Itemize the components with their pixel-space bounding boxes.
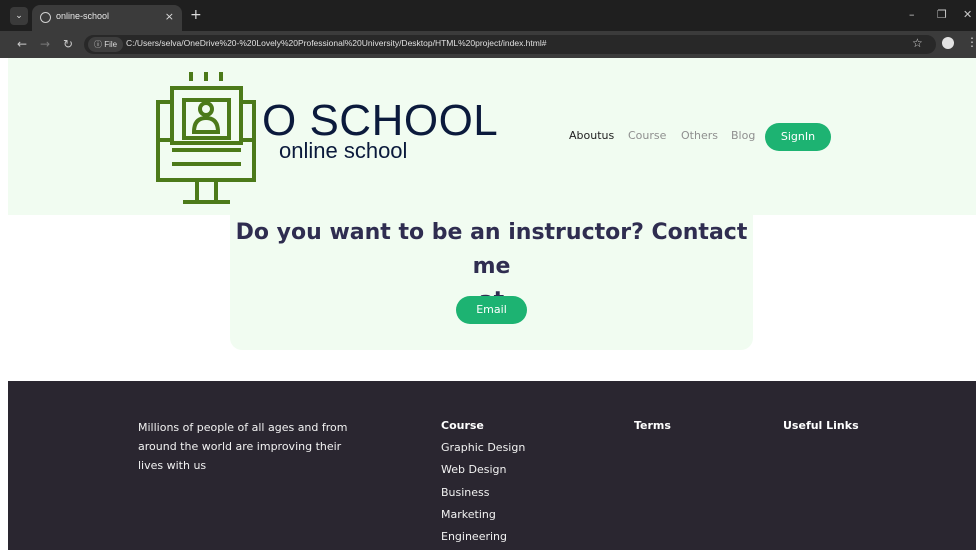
nav-course[interactable]: Course — [628, 129, 666, 142]
star-icon[interactable]: ☆ — [912, 36, 923, 50]
footer-useful-links-heading: Useful Links — [783, 419, 859, 432]
instructor-cta-card: Do you want to be an instructor? Contact… — [230, 215, 753, 350]
email-button[interactable]: Email — [456, 296, 527, 324]
tab-close-icon[interactable]: × — [165, 10, 174, 23]
new-tab-icon[interactable]: + — [190, 7, 202, 23]
nav-blog[interactable]: Blog — [731, 129, 755, 142]
footer-link-web-design[interactable]: Web Design — [441, 463, 506, 476]
tab-search-icon[interactable]: ⌄ — [10, 7, 28, 25]
close-icon[interactable]: ✕ — [963, 8, 972, 21]
minimize-icon[interactable]: – — [909, 8, 915, 21]
kebab-icon[interactable]: ⋮ — [966, 35, 976, 49]
url-text[interactable]: C:/Users/selva/OneDrive%20-%20Lovely%20P… — [126, 38, 546, 48]
browser-tab-bar: ⌄ online-school × + – ❐ ✕ — [0, 0, 976, 31]
footer-link-graphic-design[interactable]: Graphic Design — [441, 441, 525, 454]
footer-link-business[interactable]: Business — [441, 486, 490, 499]
globe-icon — [40, 12, 51, 23]
browser-address-bar: ← → ↻ ⓘ File C:/Users/selva/OneDrive%20-… — [0, 31, 976, 58]
url-input[interactable]: ⓘ File C:/Users/selva/OneDrive%20-%20Lov… — [84, 35, 936, 54]
forward-icon[interactable]: → — [40, 37, 50, 51]
footer-about-text: Millions of people of all ages and from … — [138, 421, 348, 472]
restore-icon[interactable]: ❐ — [937, 8, 947, 21]
monitor-logo-icon[interactable] — [150, 68, 262, 206]
profile-icon[interactable] — [942, 37, 954, 49]
footer-link-engineering[interactable]: Engineering — [441, 530, 507, 543]
nav-others[interactable]: Others — [681, 129, 718, 142]
back-icon[interactable]: ← — [17, 37, 27, 51]
reload-icon[interactable]: ↻ — [63, 37, 73, 51]
footer-course-heading: Course — [441, 419, 484, 432]
tab-title: online-school — [56, 11, 110, 21]
footer-link-marketing[interactable]: Marketing — [441, 508, 496, 521]
cta-heading-line-1: Do you want to be an instructor? Contact… — [235, 220, 748, 279]
nav-aboutus[interactable]: Aboutus — [569, 129, 614, 142]
footer-terms-heading: Terms — [634, 419, 671, 432]
site-info-chip[interactable]: ⓘ File — [88, 37, 124, 52]
browser-tab[interactable]: online-school × — [32, 5, 182, 31]
signin-button[interactable]: SignIn — [765, 123, 831, 151]
brand-subtitle: online school — [279, 138, 408, 163]
